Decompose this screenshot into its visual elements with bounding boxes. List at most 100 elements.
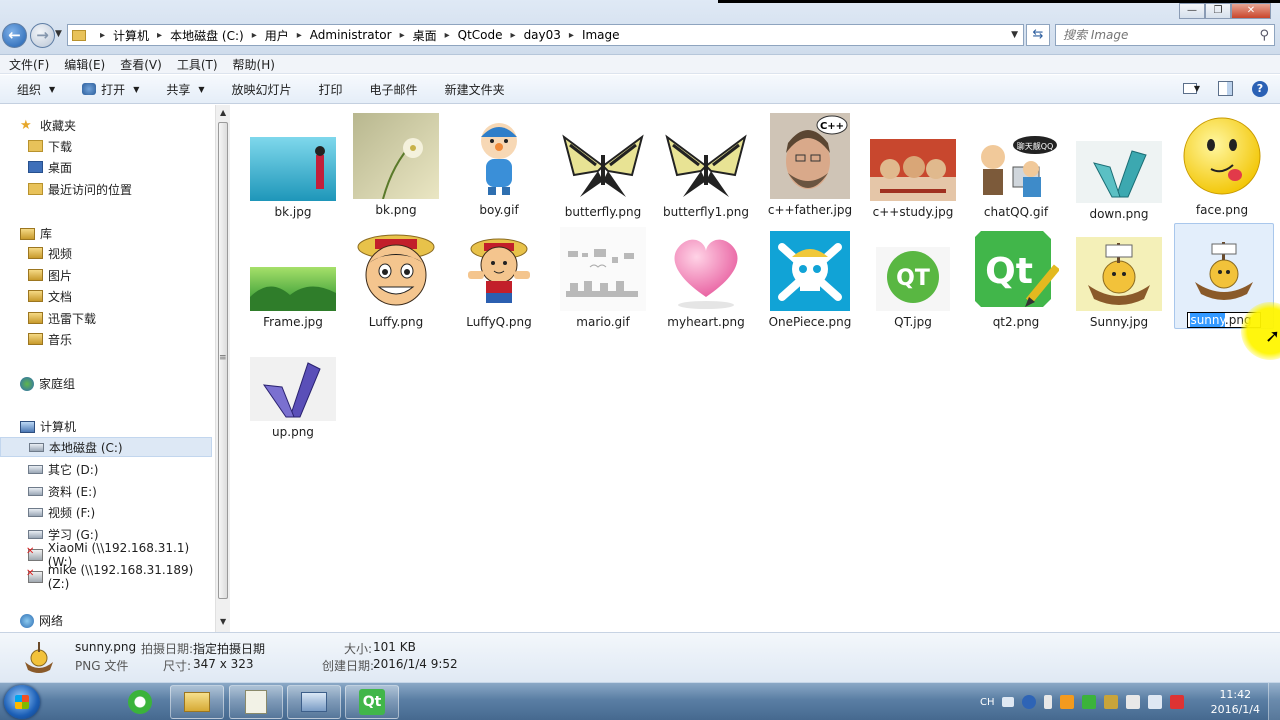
file-item[interactable]: Qt qt2.png xyxy=(966,225,1066,329)
sidebar-item-pictures[interactable]: 图片 xyxy=(28,265,72,285)
sidebar-item-downloads[interactable]: 下载 xyxy=(28,136,72,156)
computer-header[interactable]: 计算机 xyxy=(20,418,76,435)
plus-icon[interactable] xyxy=(1081,695,1096,709)
forward-button[interactable]: → xyxy=(30,23,55,48)
slideshow-button[interactable]: 放映幻灯片 xyxy=(232,81,292,98)
file-item[interactable]: Luffy.png xyxy=(346,225,446,329)
image-thumbnail xyxy=(1181,224,1267,310)
taskbar-app-explorer[interactable] xyxy=(170,685,224,719)
tray-util-icon[interactable] xyxy=(1103,695,1118,709)
file-item[interactable]: butterfly1.png xyxy=(656,115,756,219)
file-item[interactable]: OnePiece.png xyxy=(760,225,860,329)
minimize-button[interactable]: — xyxy=(1179,3,1205,19)
show-desktop-button[interactable] xyxy=(1268,683,1280,720)
taskbar-app-remote[interactable] xyxy=(287,685,341,719)
flag-icon[interactable] xyxy=(1125,695,1140,709)
menu-view[interactable]: 查看(V) xyxy=(120,56,162,73)
libraries-header[interactable]: 库 xyxy=(20,225,52,242)
search-input[interactable] xyxy=(1063,28,1243,42)
sidebar-item-d-drive[interactable]: 其它 (D:) xyxy=(28,459,98,479)
chevron-down-icon[interactable] xyxy=(1043,695,1052,709)
recent-pages-dropdown[interactable]: ▼ xyxy=(55,29,62,39)
share-button[interactable]: 共享 ▼ xyxy=(166,81,204,98)
sidebar-item-desktop[interactable]: 桌面 xyxy=(28,157,72,177)
crumb-c-drive[interactable]: ▸ 本地磁盘 (C:) xyxy=(149,27,244,44)
image-thumbnail xyxy=(560,115,646,201)
chevron-right-icon: ▸ xyxy=(510,29,516,41)
sidebar-item-recent[interactable]: 最近访问的位置 xyxy=(28,179,132,199)
crumb-computer[interactable]: ▸ 计算机 xyxy=(92,27,149,44)
sidebar-item-music[interactable]: 音乐 xyxy=(28,329,72,349)
crumb-users[interactable]: ▸ 用户 xyxy=(244,27,289,44)
network-status-icon[interactable] xyxy=(1147,695,1162,709)
keyboard-icon[interactable] xyxy=(1001,697,1014,707)
maximize-button[interactable]: ❐ xyxy=(1205,3,1231,19)
sidebar-item-documents[interactable]: 文档 xyxy=(28,286,72,306)
print-button[interactable]: 打印 xyxy=(319,81,343,98)
view-options-dropdown[interactable]: ▼ xyxy=(1194,84,1200,93)
file-view[interactable]: bk.jpg bk.png boy.gif butterfly.png butt… xyxy=(231,105,1280,632)
close-button[interactable]: ✕ xyxy=(1231,3,1271,19)
taskbar-app-360[interactable] xyxy=(113,685,167,719)
volume-muted-icon[interactable] xyxy=(1169,695,1184,709)
sidebar-item-thunder-downloads[interactable]: 迅雷下载 xyxy=(28,308,96,328)
help-button[interactable]: ? xyxy=(1252,81,1268,97)
scroll-down-arrow[interactable]: ▼ xyxy=(220,617,226,626)
file-item[interactable]: bk.jpg xyxy=(243,115,343,219)
file-item[interactable]: down.png xyxy=(1069,117,1169,221)
file-item[interactable]: bk.png xyxy=(346,113,446,217)
image-thumbnail xyxy=(663,115,749,201)
file-item[interactable]: Sunny.jpg xyxy=(1069,225,1169,329)
email-button[interactable]: 电子邮件 xyxy=(370,81,418,98)
file-item[interactable]: C++ c++father.jpg xyxy=(760,113,860,217)
sidebar-item-z-network-drive[interactable]: mike (\\192.168.31.189) (Z:) xyxy=(26,563,215,591)
crumb-administrator[interactable]: ▸ Administrator xyxy=(289,28,392,42)
file-item[interactable]: myheart.png xyxy=(656,225,756,329)
crumb-day03[interactable]: ▸ day03 xyxy=(503,28,561,42)
taskbar-app-qtcreator[interactable]: Qt xyxy=(345,685,399,719)
new-folder-button[interactable]: 新建文件夹 xyxy=(445,81,505,98)
file-item[interactable]: boy.gif xyxy=(449,113,549,217)
file-item[interactable]: 聊天靓QQ chatQQ.gif xyxy=(966,115,1066,219)
search-box[interactable]: ⚲ xyxy=(1055,24,1275,46)
sidebar-item-e-drive[interactable]: 资料 (E:) xyxy=(28,481,97,501)
crumb-qtcode[interactable]: ▸ QtCode xyxy=(437,28,503,42)
back-button[interactable]: ← xyxy=(2,23,27,48)
clock[interactable]: 11:42 2016/1/4 xyxy=(1211,687,1260,717)
favorites-header[interactable]: ★ 收藏夹 xyxy=(20,117,76,134)
preview-pane-button[interactable] xyxy=(1218,81,1233,96)
address-dropdown[interactable]: ▼ xyxy=(1011,30,1018,40)
file-item[interactable]: QT QT.jpg xyxy=(863,225,963,329)
file-item[interactable]: Frame.jpg xyxy=(243,225,343,329)
sidebar-scrollbar[interactable]: ▲ ≡ ▼ xyxy=(215,105,230,632)
file-item[interactable]: face.png xyxy=(1172,113,1272,217)
file-item[interactable]: mario.gif xyxy=(553,225,653,329)
sidebar-item-w-network-drive[interactable]: XiaoMi (\\192.168.31.1) (W:) xyxy=(26,541,215,569)
crumb-image[interactable]: ▸ Image xyxy=(561,28,620,42)
taskbar-app-notes[interactable] xyxy=(229,685,283,719)
scroll-up-arrow[interactable]: ▲ xyxy=(220,108,226,117)
menu-file[interactable]: 文件(F) xyxy=(9,56,49,73)
input-language[interactable]: CH xyxy=(980,697,995,708)
sidebar-item-videos[interactable]: 视频 xyxy=(28,243,72,263)
refresh-button[interactable]: ⇆ xyxy=(1026,24,1050,46)
file-item[interactable]: butterfly.png xyxy=(553,115,653,219)
file-item[interactable]: up.png xyxy=(243,335,343,439)
organize-button[interactable]: 组织 ▼ xyxy=(17,81,55,98)
sidebar-item-c-drive[interactable]: 本地磁盘 (C:) xyxy=(0,437,212,457)
help-tray-icon[interactable] xyxy=(1021,695,1036,709)
homegroup-header[interactable]: 家庭组 xyxy=(20,375,75,392)
file-item[interactable]: c++study.jpg xyxy=(863,115,963,219)
menu-edit[interactable]: 编辑(E) xyxy=(64,56,105,73)
open-button[interactable]: 打开 ▼ xyxy=(82,81,139,98)
network-header[interactable]: 网络 xyxy=(20,612,63,629)
file-item[interactable]: LuffyQ.png xyxy=(449,225,549,329)
date-taken-value[interactable]: 指定拍摄日期 xyxy=(193,640,265,657)
menu-tools[interactable]: 工具(T) xyxy=(177,56,218,73)
crumb-desktop[interactable]: ▸ 桌面 xyxy=(392,27,437,44)
sidebar-item-f-drive[interactable]: 视频 (F:) xyxy=(28,502,95,522)
tray-app-icon[interactable] xyxy=(1059,695,1074,709)
menu-help[interactable]: 帮助(H) xyxy=(233,56,275,73)
start-button[interactable] xyxy=(4,685,40,719)
breadcrumb[interactable]: ▸ 计算机 ▸ 本地磁盘 (C:) ▸ 用户 ▸ Administrator ▸ 桌面 ▸… xyxy=(67,24,1024,46)
